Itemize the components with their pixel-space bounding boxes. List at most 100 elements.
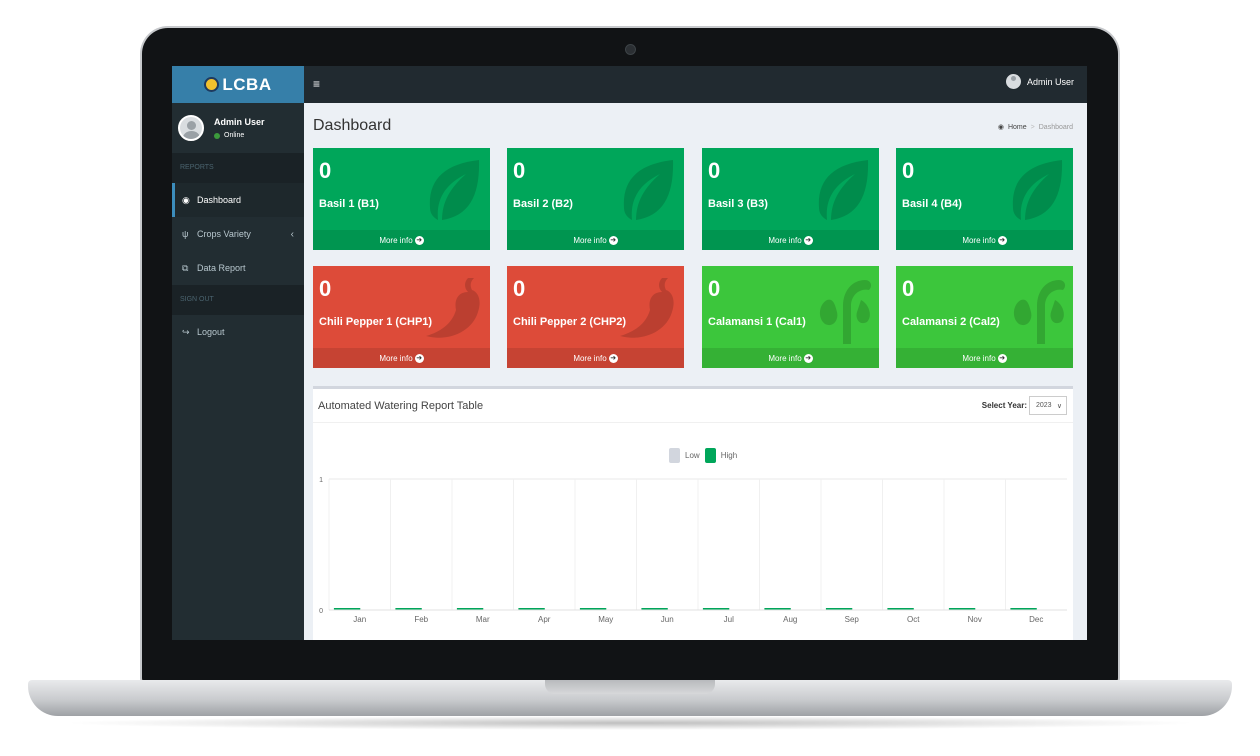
stat-label: Basil 3 (B3) [708,198,768,210]
seedling-icon [819,280,872,344]
stat-value: 0 [513,158,526,183]
dashboard-icon: ◉ [182,194,190,205]
legend-swatch [704,448,716,463]
arrow-circle-right-icon: ➜ [803,353,813,363]
leaf-icon [429,160,480,220]
x-tick-label: Sep [845,615,860,624]
breadcrumb-current: Dashboard [1038,123,1073,131]
x-tick-label: Dec [1029,615,1043,624]
content: Dashboard ◉ Home > Dashboard 0 Basil 1 (… [304,103,1087,640]
stat-value: 0 [319,158,332,183]
stat-value: 0 [708,158,721,183]
stat-value: 0 [902,158,915,183]
avatar [178,115,204,141]
leaf-icon [1012,160,1063,220]
user-menu[interactable]: Admin User [1005,74,1074,89]
sidebar-item-data-report[interactable]: ⧉ Data Report [172,251,304,285]
sign-out-icon: ↪ [182,326,190,337]
leaf-icon [818,160,869,220]
more-info-text: More info [962,353,996,363]
more-info-link[interactable]: More info ➜ [507,230,684,250]
user-name: Admin User [214,117,265,127]
logo-emblem-icon [204,77,220,92]
leaf-icon [623,160,674,220]
watering-bar-chart: 0 1 Jan Feb Mar Apr May Jun Jul Aug Sep Oct Nov Dec [319,477,1067,624]
divider [313,422,1073,423]
more-info-text: More info [768,235,802,245]
year-select-value: 2023 [1036,402,1052,409]
sidebar-item-logout[interactable]: ↪ Logout [172,315,304,349]
chevron-left-icon: ‹ [290,228,294,240]
arrow-circle-right-icon: ➜ [997,235,1007,245]
stat-card-chili-pepper-2: 0 Chili Pepper 2 (CHP2) More info ➜ [507,266,684,368]
more-info-link[interactable]: More info ➜ [702,348,879,368]
stat-value: 0 [319,276,332,301]
more-info-text: More info [573,353,607,363]
more-info-link[interactable]: More info ➜ [313,230,490,250]
pepper-icon [620,278,674,338]
online-dot-icon [214,132,220,139]
sidebar: LCBA Admin User Online REPORTS ◉ Dashboa… [172,66,304,640]
x-tick-label: Mar [476,615,490,624]
arrow-circle-right-icon: ➜ [414,235,424,245]
x-tick-label: Jul [724,615,734,624]
y-tick-label: 1 [319,477,323,484]
stat-card-calamansi-1: 0 Calamansi 1 (Cal1) More info ➜ [702,266,879,368]
stat-card-calamansi-2: 0 Calamansi 2 (Cal2) More info ➜ [896,266,1073,368]
top-navbar: ≡ Admin User [304,66,1087,103]
user-status: Online [214,132,265,139]
chart-title: Automated Watering Report Table [318,400,484,412]
more-info-text: More info [962,235,996,245]
stat-label: Chili Pepper 1 (CHP1) [319,316,433,328]
more-info-link[interactable]: More info ➜ [507,348,684,368]
x-tick-label: Jan [353,615,366,624]
chevron-down-icon: ∨ [1056,402,1062,410]
hamburger-menu-icon[interactable]: ≡ [313,77,320,91]
screen: LCBA Admin User Online REPORTS ◉ Dashboa… [172,66,1087,640]
stat-label: Basil 2 (B2) [513,198,573,210]
webcam [625,44,636,55]
sidebar-item-label: Data Report [197,263,246,273]
legend-item-low[interactable]: Low [669,448,700,463]
home-icon: ◉ [997,124,1004,131]
stat-value: 0 [708,276,721,301]
more-info-link[interactable]: More info ➜ [896,230,1073,250]
sidebar-item-crops-variety[interactable]: ψ Crops Variety ‹ [172,217,304,251]
x-tick-label: Apr [538,615,551,624]
stat-card-chili-pepper-1: 0 Chili Pepper 1 (CHP1) More info ➜ [313,266,490,368]
stat-value: 0 [902,276,915,301]
year-select[interactable]: 2023 ∨ [1029,396,1067,415]
breadcrumb-separator: > [1030,123,1035,131]
stat-card-basil-4: 0 Basil 4 (B4) More info ➜ [896,148,1073,250]
sidebar-item-label: Dashboard [197,195,242,205]
stat-label: Basil 4 (B4) [902,198,962,210]
x-tick-label: Nov [968,615,982,624]
sidebar-item-label: Logout [197,327,225,337]
user-status-text: Online [224,132,245,139]
logo[interactable]: LCBA [172,66,304,103]
more-info-link[interactable]: More info ➜ [313,348,490,368]
avatar [1005,74,1021,89]
stat-label: Chili Pepper 2 (CHP2) [513,316,627,328]
sidebar-item-dashboard[interactable]: ◉ Dashboard [172,183,304,217]
top-user-name: Admin User [1026,76,1074,87]
stat-label: Calamansi 1 (Cal1) [708,316,806,328]
more-info-text: More info [573,235,607,245]
x-tick-label: Aug [783,615,797,624]
page-title: Dashboard [313,117,392,134]
breadcrumb-home[interactable]: Home [1008,124,1027,131]
stat-value: 0 [513,276,526,301]
year-label: Select Year: [981,401,1027,410]
more-info-text: More info [768,353,802,363]
legend-item-high[interactable]: High [704,448,738,463]
arrow-circle-right-icon: ➜ [414,353,424,363]
more-info-link[interactable]: More info ➜ [702,230,879,250]
more-info-link[interactable]: More info ➜ [896,348,1073,368]
stat-card-basil-3: 0 Basil 3 (B3) More info ➜ [702,148,879,250]
watering-report-box: Automated Watering Report Table Select Y… [313,386,1073,640]
arrow-circle-right-icon: ➜ [997,353,1007,363]
seedling-icon: ψ [182,229,189,239]
logo-text: LCBA [222,74,272,94]
legend-label: High [720,451,738,460]
arrow-circle-right-icon: ➜ [608,235,618,245]
